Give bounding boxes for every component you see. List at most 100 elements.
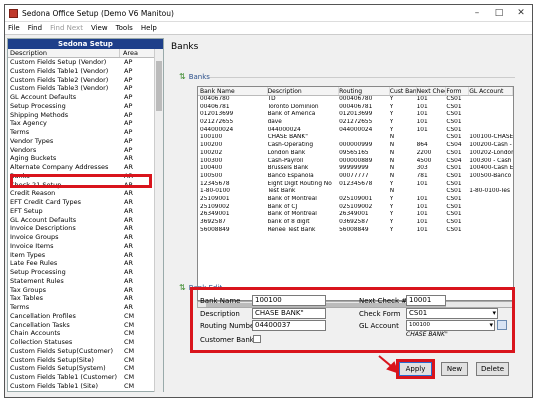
setup-list-item[interactable]: EFT Credit Card Types AR <box>8 198 163 207</box>
close-icon[interactable]: ✕ <box>510 5 532 21</box>
setup-list-item[interactable]: Shipping Methods AP <box>8 111 163 120</box>
menu-find-next[interactable]: Find Next <box>50 24 83 32</box>
menu-view[interactable]: View <box>91 24 108 32</box>
menu-tools[interactable]: Tools <box>116 24 133 32</box>
delete-button[interactable]: Delete <box>476 362 509 376</box>
scrollbar-thumb[interactable] <box>156 61 162 111</box>
setup-list-item[interactable]: Custom Fields Setup(System) CM <box>8 364 163 373</box>
cell-form: CS01 <box>446 195 462 202</box>
setup-list-item[interactable]: Item Types AR <box>8 251 163 260</box>
setup-item-description: Tax Tables <box>10 294 43 303</box>
banks-grid-row[interactable]: 012013699 Bank of America 012013699 Y 101 CS0… <box>198 111 513 119</box>
banks-grid-row[interactable]: 3692587 bank of 8 digit 03692587 Y 101 CS01 <box>198 219 513 227</box>
cell-description: Bank of Montreal <box>267 195 317 202</box>
setup-list-item[interactable]: Late Fee Rules AR <box>8 259 163 268</box>
grid-col-cust-bank[interactable]: Cust Bank <box>390 87 417 95</box>
banks-grid-row[interactable]: 26349001 Bank of Montreal 26349001 Y 101 CS01 <box>198 211 513 219</box>
grid-col-bank-name[interactable]: Bank Name <box>198 87 268 95</box>
banks-grid-row[interactable]: 00406781 Toronto Dominion 000406781 Y 101 CS0… <box>198 104 513 112</box>
banks-grid-row[interactable]: 25109002 Bank of CJ 025109002 Y 101 CS01 <box>198 204 513 212</box>
maximize-icon[interactable]: □ <box>488 5 510 21</box>
apply-button[interactable]: Apply <box>399 362 432 376</box>
setup-list-item[interactable]: Tax Agency AP <box>8 119 163 128</box>
setup-list-item[interactable]: Statement Rules AR <box>8 277 163 286</box>
banks-grid-row[interactable]: 100202 London Bank 09565165 N 2200 CS01 100202… <box>198 150 513 158</box>
setup-list-item[interactable]: Custom Fields Setup (Vendor) AP <box>8 58 163 67</box>
setup-list-item[interactable]: Custom Fields Table1 (Vendor) AP <box>8 67 163 76</box>
setup-item-area: AR <box>124 206 133 215</box>
grid-col-routing[interactable]: Routing <box>339 87 390 95</box>
setup-list-item[interactable]: Cancellation Profiles CM <box>8 312 163 321</box>
cell-routing: 000406780 <box>339 96 373 102</box>
cell-next-check: 101 <box>416 219 428 225</box>
setup-list-item[interactable]: GL Account Defaults AP <box>8 93 163 102</box>
banks-grid-row[interactable]: 25109001 Bank of Montreal 025109001 Y 101 CS0… <box>198 196 513 204</box>
banks-grid-row[interactable]: 12345678 Eight Digit Routing No 012345678 Y… <box>198 181 513 189</box>
setup-item-description: Alternate Company Addresses <box>10 163 109 171</box>
banks-grid-row[interactable]: 044000024 044000024 044000024 Y 101 CS01 <box>198 127 513 135</box>
banks-grid-row[interactable]: 56008849 Renee Test Bank 56008849 Y 101 CS01 <box>198 227 513 235</box>
banks-grid-row[interactable]: 021272655 dave 021272655 Y 101 CS01 <box>198 119 513 127</box>
grid-col-form[interactable]: Form <box>446 87 470 95</box>
setup-list-item[interactable]: EFT Setup AR <box>8 207 163 216</box>
setup-list-item[interactable]: Invoice Groups AR <box>8 233 163 242</box>
setup-list-item[interactable]: Setup Processing AR <box>8 268 163 277</box>
setup-list-item[interactable]: Custom Fields Setup(Customer) CM <box>8 347 163 356</box>
setup-list-item[interactable]: Collection Statuses CM <box>8 338 163 347</box>
setup-list-item[interactable]: Terms AP <box>8 128 163 137</box>
setup-item-area: AP <box>124 101 133 110</box>
banks-grid-row[interactable]: 00406780 TD 000406780 Y 101 CS01 <box>198 96 513 104</box>
setup-list-item[interactable]: Tax Tables AR <box>8 294 163 303</box>
banks-grid-row[interactable]: 100100 CHASE BANK" N CS01 100100-CHASE <box>198 134 513 142</box>
setup-item-area: AR <box>124 198 133 206</box>
setup-list-item[interactable]: Chain Accounts CM <box>8 329 163 338</box>
setup-list-item[interactable]: Setup Processing AP <box>8 102 163 111</box>
cell-next-check: 101 <box>416 119 428 126</box>
banks-grid-row[interactable]: 100500 Banco Espanola 00077777 N 781 CS01 1005… <box>198 173 513 181</box>
cell-gl-account: 1-80-0100-Tes <box>469 188 510 195</box>
cell-description: Bank of CJ <box>267 203 298 210</box>
grid-col-gl-account[interactable]: GL Account <box>469 87 513 95</box>
banks-grid-row[interactable]: 1-80-0100 Test Bank N CS01 1-80-0100-Tes <box>198 188 513 196</box>
cell-routing: 000406781 <box>339 103 373 110</box>
setup-item-description: Custom Fields Table3 (Vendor) <box>10 84 109 93</box>
setup-list-item[interactable]: Custom Fields Setup(Site) CM <box>8 356 163 365</box>
new-button[interactable]: New <box>441 362 468 376</box>
column-area[interactable]: Area <box>120 49 138 57</box>
banks-grid-body: 00406780 TD 000406780 Y 101 CS01 00406781 Toron… <box>198 96 513 234</box>
cell-gl-account <box>469 181 513 189</box>
setup-list-item[interactable]: Cancellation Tasks CM <box>8 321 163 330</box>
setup-list-scrollbar[interactable] <box>154 49 163 392</box>
setup-list-item[interactable]: Custom Fields Table2 (Vendor) AP <box>8 76 163 85</box>
setup-list-item[interactable]: Alternate Company Addresses AR <box>8 163 163 172</box>
setup-list-item[interactable]: Invoice Items AR <box>8 242 163 251</box>
cell-description: Banco Espanola <box>267 172 314 179</box>
banks-grid-row[interactable]: 100300 Cash-Payroll 000000889 N 4500 CS04 1003… <box>198 158 513 166</box>
cell-cust-bank: Y <box>389 180 394 187</box>
setup-list-item[interactable]: GL Account Defaults AR <box>8 216 163 225</box>
minimize-icon[interactable]: – <box>466 5 488 21</box>
setup-list-item[interactable]: Custom Fields Table1 (Customer) CM <box>8 373 163 382</box>
grid-col-next-check[interactable]: Next Check <box>417 87 447 95</box>
cell-routing <box>339 134 390 142</box>
setup-list-item[interactable]: Invoice Descriptions AR <box>8 224 163 233</box>
banks-grid-row[interactable]: 100400 Brussels Bank 99999999 N 303 CS01 10040… <box>198 165 513 173</box>
setup-list-item[interactable]: Custom Fields Table1 (Site) CM <box>8 382 163 391</box>
menu-file[interactable]: File <box>8 24 20 32</box>
grid-col-description[interactable]: Description <box>268 87 340 95</box>
menu-help[interactable]: Help <box>141 24 157 32</box>
column-description[interactable]: Description <box>8 49 120 57</box>
menu-find[interactable]: Find <box>28 24 42 32</box>
setup-list-item[interactable]: Custom Fields Table3 (Vendor) AP <box>8 84 163 93</box>
setup-list-item[interactable]: Credit Reason AR <box>8 189 163 198</box>
banks-grid-row[interactable]: 100200 Cash-Operating 000000999 N 864 CS04 100… <box>198 142 513 150</box>
cell-cust-bank: Y <box>389 219 394 225</box>
setup-list-item[interactable]: Vendors AP <box>8 146 163 155</box>
setup-list-item[interactable]: Terms AR <box>8 303 163 312</box>
setup-item-area: AP <box>124 136 133 145</box>
cell-description: Brussels Bank <box>267 165 309 172</box>
cell-gl-account <box>469 211 513 219</box>
setup-list-item[interactable]: Vendor Types AP <box>8 137 163 146</box>
setup-list-item[interactable]: Aging Buckets AR <box>8 154 163 163</box>
setup-list-item[interactable]: Tax Groups AR <box>8 286 163 295</box>
